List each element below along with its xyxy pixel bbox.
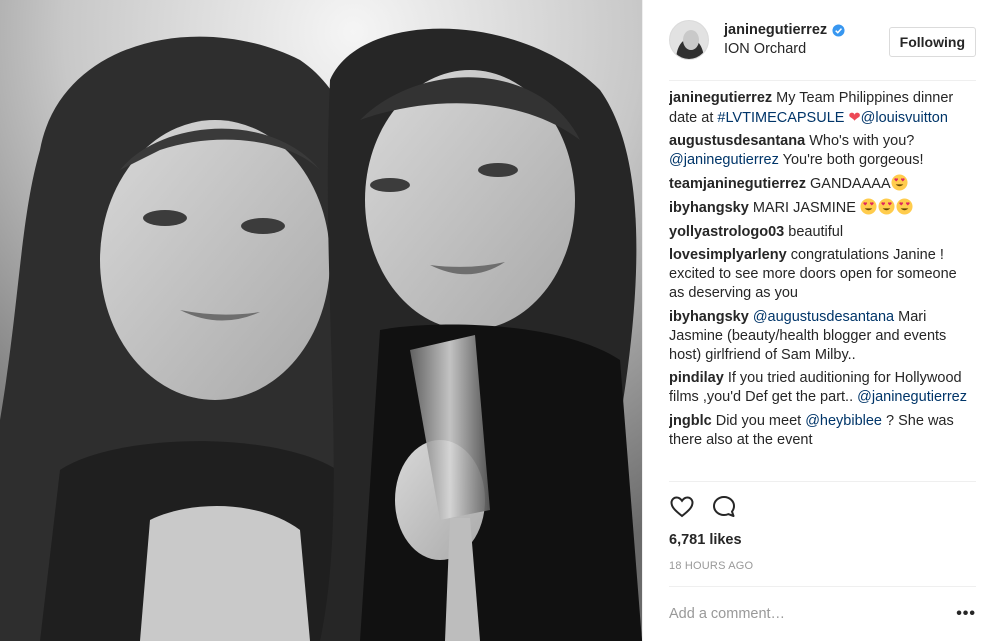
comment: augustusdesantana Who's with you? @janin…: [669, 132, 976, 170]
username-row: janinegutierrez: [724, 21, 845, 40]
avatar[interactable]: [669, 20, 709, 61]
post-timestamp[interactable]: 18 HOURS AGO: [669, 560, 976, 572]
post-side-panel: janinegutierrez ION Orchard Following ja…: [642, 0, 1000, 641]
post-photo[interactable]: [0, 0, 642, 641]
instagram-post: janinegutierrez ION Orchard Following ja…: [0, 0, 1000, 641]
add-comment-bar: Add a comment… •••: [669, 586, 976, 641]
following-button[interactable]: Following: [888, 27, 976, 57]
post-actions-section: 6,781 likes 18 HOURS AGO: [669, 481, 976, 572]
mention-link[interactable]: @louisvuitton: [861, 110, 948, 126]
comment-text: MARI JASMINE: [752, 200, 856, 217]
comment: lovesimplyarleny congratulations Janine …: [669, 246, 976, 304]
comment: ibyhangsky @augustusdesantana Mari Jasmi…: [669, 308, 976, 366]
comment-username[interactable]: lovesimplyarleny: [669, 247, 787, 263]
comment: pindilay If you tried auditioning for Ho…: [669, 369, 976, 407]
comment-text: GANDAAAA: [810, 176, 891, 193]
comment-text: You're both gorgeous!: [778, 152, 924, 169]
mention-link[interactable]: @heybiblee: [805, 413, 882, 429]
comment-username[interactable]: augustusdesantana: [669, 133, 805, 149]
comment-text: Did you meet: [715, 412, 806, 429]
heart-eyes-emoji-icon: [891, 174, 908, 191]
hashtag-link[interactable]: #LVTIMECAPSULE: [717, 110, 844, 126]
mention-link[interactable]: @janinegutierrez: [857, 389, 967, 405]
comment-username[interactable]: teamjaninegutierrez: [669, 176, 806, 192]
comment-username[interactable]: pindilay: [669, 370, 724, 386]
avatar-image: [670, 21, 708, 60]
comment-username[interactable]: ibyhangsky: [669, 309, 749, 325]
speech-bubble-icon[interactable]: [711, 494, 737, 520]
add-comment-input[interactable]: Add a comment…: [669, 606, 785, 622]
action-bar: [669, 492, 976, 522]
comment: yollyastrologo03 beautiful: [669, 223, 976, 242]
comment-text: beautiful: [788, 223, 844, 240]
comments-list[interactable]: janinegutierrez My Team Philippines dinn…: [669, 81, 976, 481]
header-text: janinegutierrez ION Orchard: [724, 21, 845, 59]
post-header: janinegutierrez ION Orchard Following: [669, 0, 976, 82]
heart-outline-icon[interactable]: [669, 494, 695, 520]
ellipsis-icon[interactable]: •••: [956, 605, 976, 623]
heart-eyes-emoji-icon: [896, 198, 913, 216]
comment: ibyhangsky MARI JASMINE: [669, 198, 976, 218]
post-image: [0, 0, 642, 641]
comment: teamjaninegutierrez GANDAAAA: [669, 174, 976, 194]
comment: jngblc Did you meet @heybiblee ? She was…: [669, 412, 976, 450]
comment-text: Who's with you?: [809, 132, 915, 149]
comment-username[interactable]: janinegutierrez: [669, 90, 772, 106]
caption: janinegutierrez My Team Philippines dinn…: [669, 89, 976, 127]
heart-eyes-emoji-icon: [860, 198, 877, 216]
comment-username[interactable]: yollyastrologo03: [669, 224, 784, 240]
mention-link[interactable]: @augustusdesantana: [753, 309, 894, 325]
red-heart-emoji: ❤: [848, 109, 861, 126]
likes-count[interactable]: 6,781 likes: [669, 532, 976, 548]
comment-username[interactable]: jngblc: [669, 413, 712, 429]
heart-eyes-emoji-icon: [878, 198, 895, 216]
mention-link[interactable]: @janinegutierrez: [669, 152, 779, 168]
header-location[interactable]: ION Orchard: [724, 40, 845, 59]
verified-badge-icon: [832, 24, 845, 37]
comment-username[interactable]: ibyhangsky: [669, 200, 749, 216]
header-username[interactable]: janinegutierrez: [724, 21, 827, 40]
